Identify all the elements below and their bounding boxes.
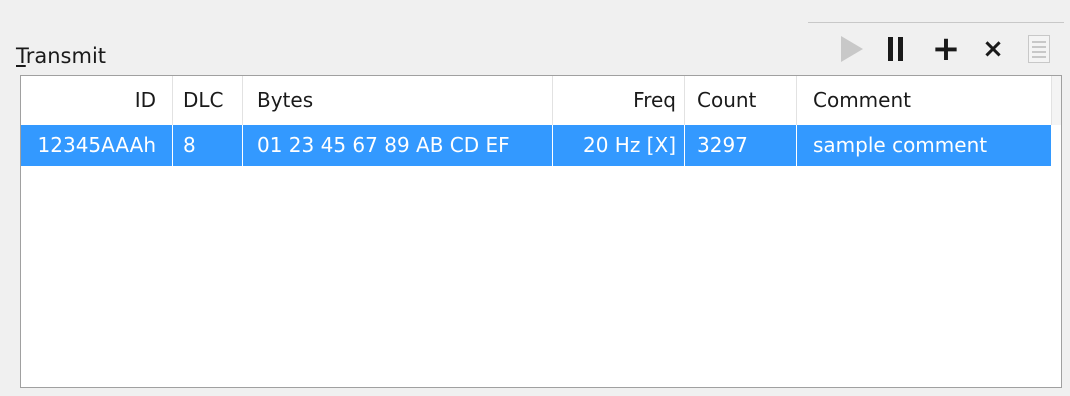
- toolbar-separator: [808, 22, 1064, 23]
- add-button[interactable]: +: [928, 28, 964, 70]
- column-header-freq[interactable]: Freq: [553, 76, 685, 125]
- title-text: ransmit: [25, 44, 107, 68]
- transmit-table[interactable]: ID DLC Bytes Freq Count Comment 12345AAA…: [20, 75, 1062, 388]
- cell-dlc[interactable]: 8: [173, 125, 243, 166]
- table-header: ID DLC Bytes Freq Count Comment: [21, 76, 1051, 126]
- column-header-bytes[interactable]: Bytes: [243, 76, 553, 125]
- play-button[interactable]: [832, 28, 872, 70]
- list-button[interactable]: [1024, 28, 1054, 70]
- column-header-dlc[interactable]: DLC: [173, 76, 243, 125]
- toolbar: + ×: [832, 28, 1064, 70]
- column-header-id[interactable]: ID: [21, 76, 173, 125]
- cell-id[interactable]: 12345AAAh: [21, 125, 173, 166]
- cell-count[interactable]: 3297: [685, 125, 797, 166]
- cell-freq[interactable]: 20 Hz [X]: [553, 125, 685, 166]
- transmit-panel: { "panel": { "title_mnemonic": "T", "tit…: [0, 0, 1070, 396]
- play-icon: [841, 36, 863, 62]
- cell-comment[interactable]: sample comment: [797, 125, 1051, 166]
- plus-icon: +: [931, 29, 961, 69]
- panel-title: Transmit: [16, 44, 106, 68]
- header-scroll-corner: [1051, 76, 1061, 125]
- table-row[interactable]: 12345AAAh 8 01 23 45 67 89 AB CD EF 20 H…: [21, 125, 1051, 166]
- pause-icon: [888, 37, 903, 61]
- list-icon: [1028, 35, 1050, 63]
- column-header-comment[interactable]: Comment: [797, 76, 1051, 125]
- title-mnemonic: T: [16, 44, 26, 68]
- cell-bytes[interactable]: 01 23 45 67 89 AB CD EF: [243, 125, 553, 166]
- column-header-count[interactable]: Count: [685, 76, 797, 125]
- close-icon: ×: [982, 34, 1004, 64]
- remove-button[interactable]: ×: [976, 28, 1010, 70]
- pause-button[interactable]: [878, 28, 914, 70]
